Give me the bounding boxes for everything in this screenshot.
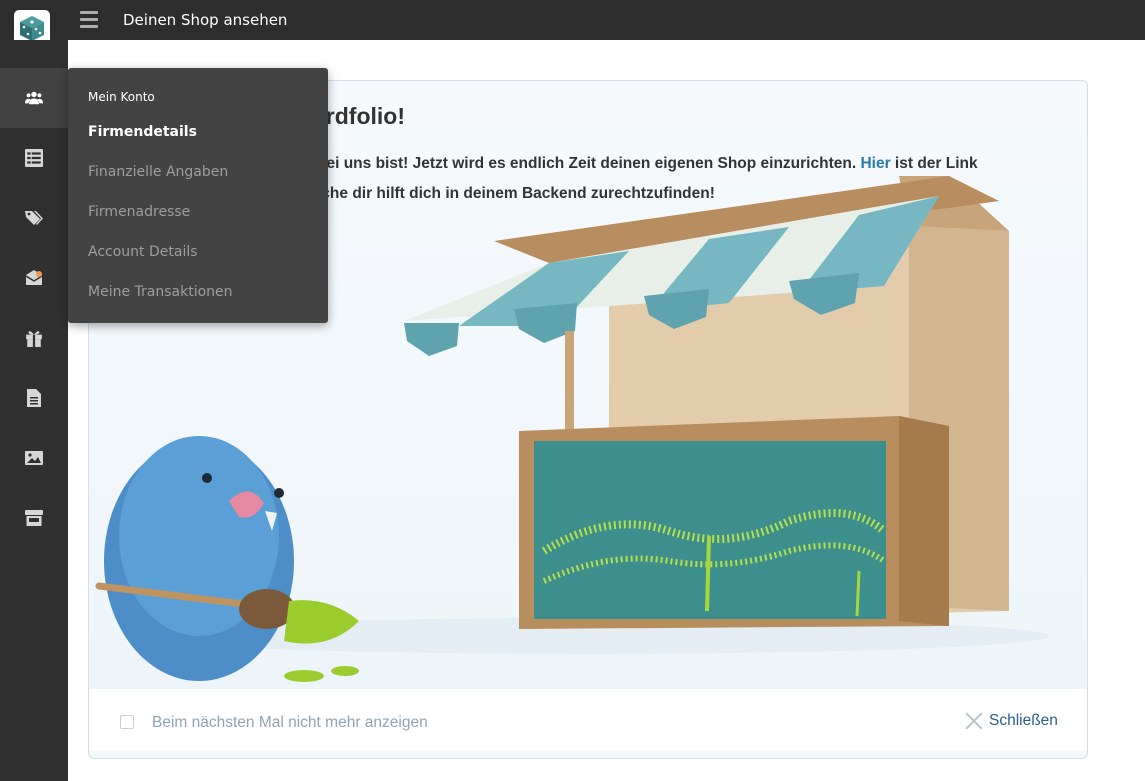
menu-item-finanzielle-angaben[interactable]: Finanzielle Angaben — [88, 164, 228, 180]
dont-show-again-label[interactable]: Beim nächsten Mal nicht mehr anzeigen — [152, 714, 428, 732]
notification-dot — [36, 271, 42, 277]
menu-item-account-details[interactable]: Account Details — [88, 244, 198, 260]
dropdown-header: Mein Konto — [88, 90, 155, 104]
store-icon — [25, 510, 43, 526]
close-label: Schließen — [989, 712, 1058, 729]
users-icon — [25, 91, 43, 105]
gift-icon — [26, 331, 42, 347]
dont-show-again-checkbox[interactable] — [120, 715, 134, 729]
list-icon — [25, 149, 43, 167]
hamburger-icon[interactable] — [80, 11, 98, 28]
sidebar-item-tags[interactable] — [0, 188, 68, 248]
top-bar: Deinen Shop ansehen — [0, 0, 1145, 46]
welcome-text: bei uns bist! Jetzt wird es endlich Zeit… — [317, 149, 1057, 209]
sidebar-item-store[interactable] — [0, 488, 68, 548]
close-icon — [964, 711, 984, 731]
sidebar-item-document[interactable] — [0, 368, 68, 428]
modal-footer: Beim nächsten Mal nicht mehr anzeigen Sc… — [89, 689, 1087, 751]
sidebar-item-users[interactable] — [0, 68, 68, 128]
sidebar-item-gift[interactable] — [0, 308, 68, 368]
welcome-text-line1-end: ist der Link — [894, 155, 978, 172]
document-icon — [27, 389, 41, 407]
shop-view-link[interactable]: Deinen Shop ansehen — [123, 11, 287, 29]
tags-icon — [25, 211, 43, 225]
menu-item-meine-transaktionen[interactable]: Meine Transaktionen — [88, 284, 233, 300]
image-icon — [25, 451, 43, 465]
sidebar-item-image[interactable] — [0, 428, 68, 488]
menu-item-firmenadresse[interactable]: Firmenadresse — [88, 204, 190, 220]
sidebar-item-list[interactable] — [0, 128, 68, 188]
menu-item-firmendetails[interactable]: Firmendetails — [88, 124, 197, 140]
sidebar — [0, 40, 68, 781]
sidebar-item-mail[interactable] — [0, 248, 68, 308]
welcome-text-line1: bei uns bist! Jetzt wird es endlich Zeit… — [317, 155, 857, 172]
account-dropdown-menu: Mein Konto Firmendetails Finanzielle Ang… — [68, 68, 328, 323]
help-link[interactable]: Hier — [860, 155, 890, 172]
close-button[interactable]: Schließen — [964, 711, 1058, 731]
welcome-text-line2: lche dir hilft dich in deinem Backend zu… — [317, 185, 715, 202]
